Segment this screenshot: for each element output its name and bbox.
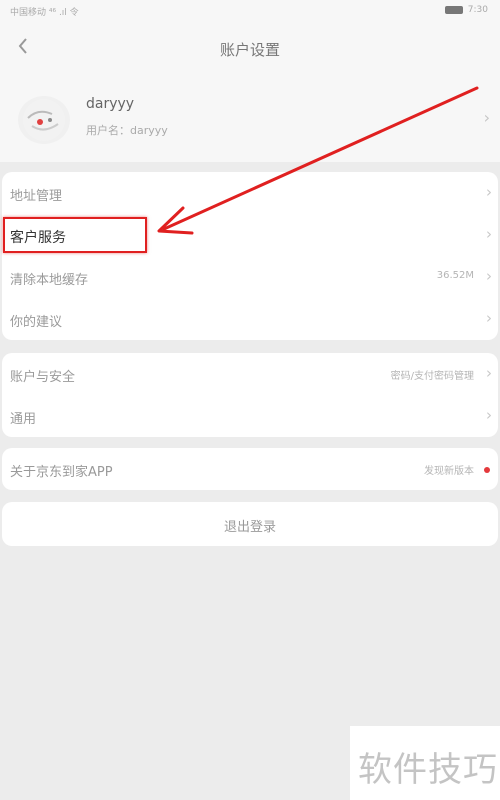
update-dot (484, 467, 490, 473)
carrier-signal: 中国移动 ⁴⁶ .ıl 令 (10, 8, 79, 18)
logout-label: 退出登录 (223, 520, 276, 535)
row-label: 清除本地缓存 (10, 273, 89, 288)
battery-icon (444, 6, 463, 14)
cache-size: 36.52M (436, 270, 474, 281)
settings-group-1: 地址管理 › 客户服务 › 清除本地缓存 36.52M › 你的建议 › (2, 172, 498, 340)
status-icons: 7:30 (444, 5, 488, 15)
profile-card[interactable]: daryyy 用户名：daryyy › (0, 74, 500, 162)
settings-group-2: 账户与安全 密码/支付密码管理 › 通用 › (2, 353, 498, 437)
row-label: 地址管理 (10, 189, 63, 204)
watermark-text: 软件技巧 (358, 750, 498, 790)
chevron-right-icon: › (486, 225, 492, 243)
profile-username: 用户名：daryyy (86, 124, 168, 137)
page-title: 账户设置 (219, 41, 280, 59)
row-label: 账户与安全 (10, 370, 76, 385)
chevron-right-icon: › (486, 364, 492, 382)
settings-group-3: 关于京东到家APP 发现新版本 (2, 448, 498, 490)
row-feedback[interactable]: 你的建议 › (2, 298, 498, 340)
chevron-right-icon: › (483, 108, 490, 127)
chevron-right-icon: › (486, 267, 492, 285)
status-bar: 中国移动 ⁴⁶ .ıl 令 7:30 (0, 0, 500, 24)
row-account-security[interactable]: 账户与安全 密码/支付密码管理 › (2, 353, 498, 395)
profile-name: daryyy (86, 96, 135, 112)
chevron-right-icon: › (486, 406, 492, 424)
row-clear-cache[interactable]: 清除本地缓存 36.52M › (2, 256, 498, 298)
row-label: 客户服务 (10, 230, 66, 246)
row-about-app[interactable]: 关于京东到家APP 发现新版本 (2, 448, 498, 490)
chevron-right-icon: › (486, 183, 492, 201)
security-hint: 密码/支付密码管理 (390, 371, 474, 382)
new-version-hint: 发现新版本 (424, 466, 474, 477)
avatar[interactable] (18, 96, 70, 144)
row-general[interactable]: 通用 › (2, 395, 498, 437)
row-label: 你的建议 (10, 315, 63, 330)
row-label: 关于京东到家APP (10, 465, 113, 480)
logout-button[interactable]: 退出登录 (2, 502, 498, 546)
chevron-right-icon: › (486, 309, 492, 327)
row-address-management[interactable]: 地址管理 › (2, 172, 498, 214)
nav-bar: 账户设置 (0, 24, 500, 74)
row-label: 通用 (10, 412, 37, 427)
row-customer-service[interactable]: 客户服务 › (2, 214, 498, 256)
watermark: 软件技巧 (350, 726, 500, 800)
clock-text: 7:30 (467, 5, 488, 15)
